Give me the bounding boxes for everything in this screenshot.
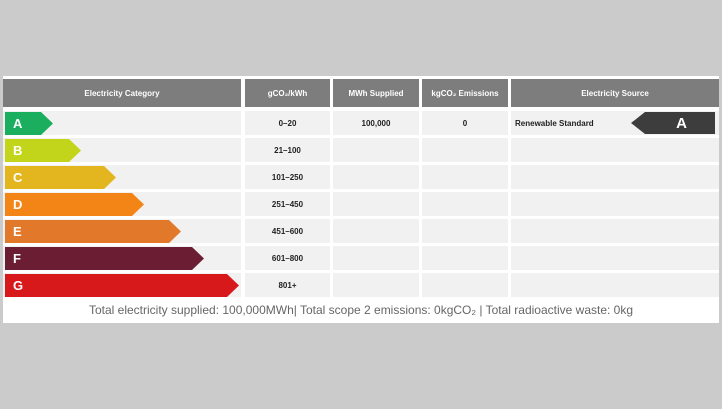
emissions-cell [422,192,508,216]
source-cell [511,273,719,297]
mwh-cell [333,192,419,216]
emissions-cell [422,219,508,243]
rating-arrow-e: E [5,220,181,243]
source-cell [511,192,719,216]
range-cell: 101–250 [245,165,330,189]
mwh-cell: 100,000 [333,111,419,135]
header-electricity-source: Electricity Source [511,79,719,107]
source-label: Renewable Standard [515,118,594,128]
source-cell [511,246,719,270]
mwh-cell [333,246,419,270]
source-cell [511,138,719,162]
header-kgco2-emissions: kgCO₂ Emissions [422,79,508,107]
mwh-cell [333,273,419,297]
emissions-cell [422,165,508,189]
range-cell: 601–800 [245,246,330,270]
emissions-cell: 0 [422,111,508,135]
emissions-cell [422,273,508,297]
range-cell: 801+ [245,273,330,297]
source-cell [511,165,719,189]
range-cell: 251–450 [245,192,330,216]
emissions-cell [422,246,508,270]
header-gco2-kwh: gCO₂/kWh [245,79,330,107]
emissions-cell [422,138,508,162]
mwh-cell [333,219,419,243]
range-cell: 451–600 [245,219,330,243]
rating-arrow-g: G [5,274,239,297]
header-mwh-supplied: MWh Supplied [333,79,419,107]
energy-label-panel: Electricity Category gCO₂/kWh MWh Suppli… [3,76,719,323]
header-electricity-category: Electricity Category [3,79,241,107]
source-rating-badge: A [631,112,715,134]
mwh-cell [333,138,419,162]
source-cell: Renewable Standard A [511,111,719,135]
rating-arrow-b: B [5,139,81,162]
range-cell: 0–20 [245,111,330,135]
rating-arrow-f: F [5,247,204,270]
mwh-cell [333,165,419,189]
rating-arrow-c: C [5,166,116,189]
rating-arrow-d: D [5,193,144,216]
summary-footer: Total electricity supplied: 100,000MWh| … [3,297,719,323]
range-cell: 21–100 [245,138,330,162]
source-cell [511,219,719,243]
